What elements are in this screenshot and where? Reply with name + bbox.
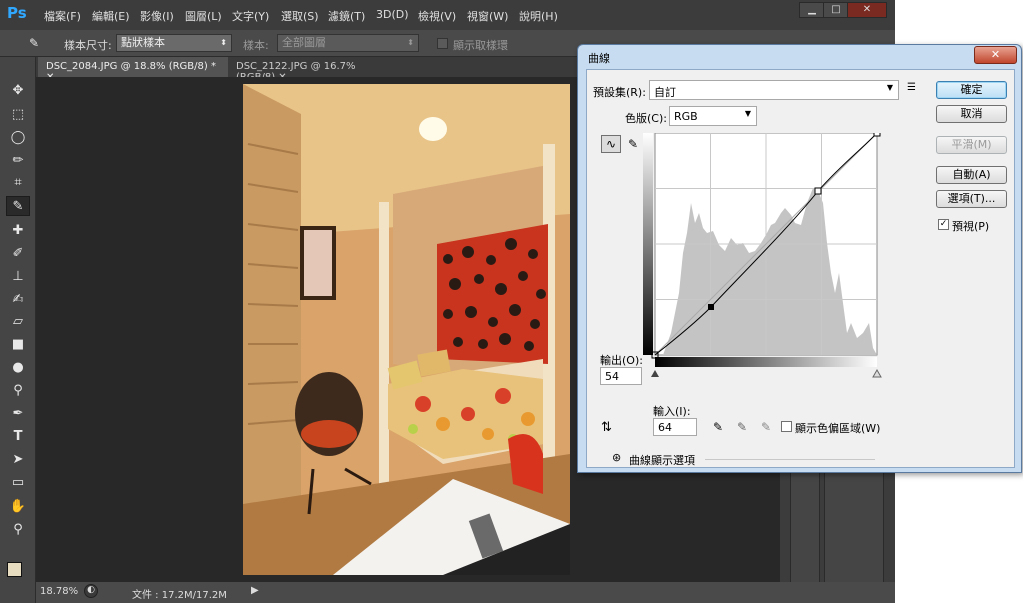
- menu-filter[interactable]: 濾鏡(T): [328, 8, 365, 24]
- curve-point[interactable]: [814, 187, 822, 195]
- move-tool-icon[interactable]: ✥: [6, 81, 30, 101]
- stamp-tool-icon[interactable]: ⊥: [6, 267, 30, 287]
- output-input[interactable]: 54: [600, 367, 642, 385]
- close-button[interactable]: ✕: [847, 2, 887, 18]
- menu-image[interactable]: 影像(I): [140, 8, 174, 24]
- menu-file[interactable]: 檔案(F): [44, 8, 81, 24]
- blur-tool-icon[interactable]: ●: [6, 358, 30, 378]
- app-logo: Ps: [7, 4, 27, 22]
- expand-icon[interactable]: ⊛: [612, 451, 621, 464]
- preview-label: 預視(P): [952, 220, 990, 233]
- shape-tool-icon[interactable]: ▭: [6, 473, 30, 493]
- brush-tool-icon[interactable]: ✐: [6, 244, 30, 264]
- menu-edit[interactable]: 編輯(E): [92, 8, 130, 24]
- foreground-color-swatch[interactable]: [7, 562, 22, 577]
- status-info-icon[interactable]: ◐: [84, 584, 98, 598]
- marquee-tool-icon[interactable]: ⬚: [6, 105, 30, 125]
- tools-panel: ✥ ⬚ ◯ ✏ ⌗ ✎ ✚ ✐ ⊥ ✍ ▱ ■ ● ⚲ ✒ T ➤ ▭ ✋ ⚲: [0, 57, 36, 603]
- sample-label: 樣本:: [243, 39, 269, 52]
- chevron-down-icon: ▼: [886, 83, 893, 92]
- dialog-close-button[interactable]: ✕: [974, 46, 1017, 64]
- show-ring-checkbox[interactable]: [437, 38, 448, 49]
- status-bar: 18.78% ◐ 文件 : 17.2M/17.2M ▶: [36, 582, 895, 603]
- menu-layer[interactable]: 圖層(L): [185, 8, 222, 24]
- channel-label: 色版(C):: [625, 112, 667, 125]
- white-point-slider[interactable]: [872, 368, 882, 378]
- smooth-button[interactable]: 平滑(M): [936, 136, 1007, 154]
- show-clipping-label: 顯示色偏區域(W): [795, 422, 881, 435]
- chevron-down-icon: ▼: [744, 109, 751, 118]
- curve-point-tool-icon[interactable]: ∿: [601, 135, 621, 153]
- document-size: 文件 : 17.2M/17.2M: [132, 590, 227, 601]
- options-button[interactable]: 選項(T)...: [936, 190, 1007, 208]
- black-eyedropper-icon[interactable]: ✎: [713, 420, 723, 434]
- preset-options-icon[interactable]: ☰: [907, 82, 916, 93]
- display-options-label[interactable]: 曲線顯示選項: [629, 452, 695, 468]
- healing-tool-icon[interactable]: ✚: [6, 221, 30, 241]
- preset-select[interactable]: 自訂 ▼: [649, 80, 899, 100]
- zoom-tool-icon[interactable]: ⚲: [6, 520, 30, 540]
- curve-point-selected[interactable]: [708, 304, 714, 310]
- menu-type[interactable]: 文字(Y): [232, 8, 269, 24]
- curves-graph[interactable]: [643, 133, 883, 378]
- maximize-button[interactable]: □: [823, 2, 849, 18]
- curve-point[interactable]: [873, 133, 881, 137]
- chevron-down-icon: ⬍: [407, 38, 414, 47]
- minimize-button[interactable]: ▁: [799, 2, 825, 18]
- zoom-level[interactable]: 18.78%: [40, 586, 78, 597]
- auto-button[interactable]: 自動(A): [936, 166, 1007, 184]
- divider: [705, 459, 875, 460]
- chevron-down-icon: ⬍: [220, 38, 227, 47]
- lasso-tool-icon[interactable]: ◯: [6, 128, 30, 148]
- dialog-body: 預設集(R): 自訂 ▼ ☰ 色版(C): RGB ▼ ∿ ✎ 輸出(O): 5…: [586, 69, 1015, 468]
- menu-select[interactable]: 選取(S): [281, 8, 319, 24]
- pencil-tool-icon[interactable]: ✎: [625, 135, 641, 153]
- crop-tool-icon[interactable]: ⌗: [6, 173, 30, 193]
- dialog-title: 曲線: [588, 52, 610, 65]
- eraser-tool-icon[interactable]: ▱: [6, 312, 30, 332]
- sample-select[interactable]: 全部圖層 ⬍: [277, 34, 419, 52]
- dodge-tool-icon[interactable]: ⚲: [6, 381, 30, 401]
- preview-checkbox[interactable]: ✓: [938, 219, 949, 230]
- curves-dialog: 曲線 ✕ 預設集(R): 自訂 ▼ ☰ 色版(C): RGB ▼ ∿ ✎ 輸出(…: [577, 44, 1022, 473]
- hand-tool-icon[interactable]: ✋: [6, 497, 30, 517]
- eyedropper-icon[interactable]: ✎: [22, 33, 46, 53]
- quick-select-tool-icon[interactable]: ✏: [6, 151, 30, 171]
- menu-bar: Ps 檔案(F) 編輯(E) 影像(I) 圖層(L) 文字(Y) 選取(S) 濾…: [0, 0, 895, 30]
- black-point-slider[interactable]: [651, 370, 659, 377]
- type-tool-icon[interactable]: T: [6, 427, 30, 447]
- status-menu-arrow-icon[interactable]: ▶: [251, 585, 259, 596]
- menu-window[interactable]: 視窗(W): [467, 8, 508, 24]
- preset-label: 預設集(R):: [593, 86, 646, 99]
- gray-eyedropper-icon[interactable]: ✎: [737, 420, 747, 434]
- pen-tool-icon[interactable]: ✒: [6, 404, 30, 424]
- sample-size-label: 樣本尺寸:: [64, 39, 112, 52]
- on-image-adjust-icon[interactable]: ⇅: [601, 420, 612, 435]
- gradient-tool-icon[interactable]: ■: [6, 335, 30, 355]
- cancel-button[interactable]: 取消: [936, 105, 1007, 123]
- white-eyedropper-icon[interactable]: ✎: [761, 420, 771, 434]
- tab-dsc-2084[interactable]: DSC_2084.JPG @ 18.8% (RGB/8) * ✕: [38, 57, 228, 83]
- bedroom-photo: [243, 84, 570, 575]
- history-brush-tool-icon[interactable]: ✍: [6, 290, 30, 310]
- sample-size-select[interactable]: 點狀樣本 ⬍: [116, 34, 232, 52]
- document-photo[interactable]: [243, 84, 570, 575]
- channel-select[interactable]: RGB ▼: [669, 106, 757, 126]
- path-select-tool-icon[interactable]: ➤: [6, 450, 30, 470]
- tab-dsc-2122[interactable]: DSC_2122.JPG @ 16.7% (RGB/8) ✕: [228, 57, 403, 83]
- input-label: 輸入(I):: [653, 405, 691, 418]
- show-ring-label: 顯示取樣環: [453, 39, 508, 52]
- input-field[interactable]: 64: [653, 418, 697, 436]
- output-label: 輸出(O):: [600, 354, 643, 367]
- eyedropper-tool-icon[interactable]: ✎: [6, 196, 30, 216]
- ok-button[interactable]: 確定: [936, 81, 1007, 99]
- menu-3d[interactable]: 3D(D): [376, 8, 409, 21]
- menu-help[interactable]: 說明(H): [519, 8, 558, 24]
- show-clipping-checkbox[interactable]: [781, 421, 792, 432]
- menu-view[interactable]: 檢視(V): [418, 8, 456, 24]
